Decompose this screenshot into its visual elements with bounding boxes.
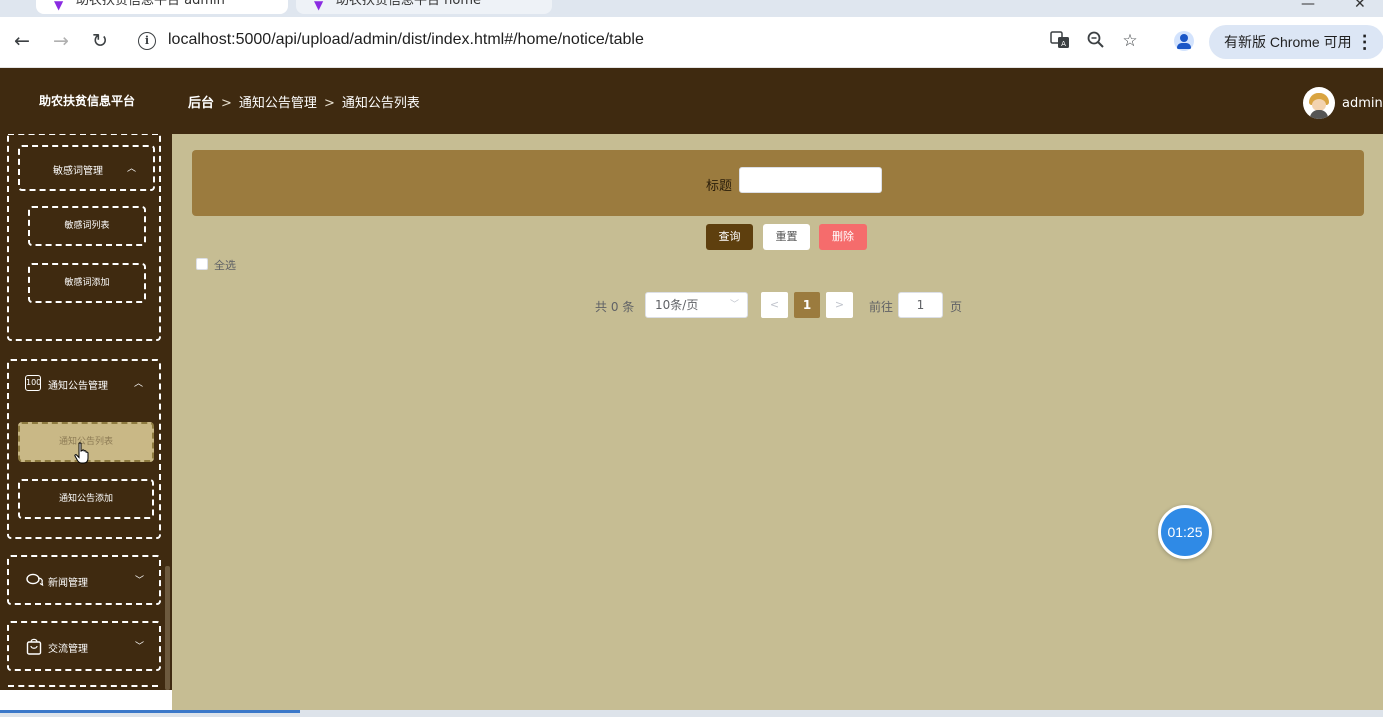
forward-icon[interactable]: →: [49, 29, 73, 53]
hand-cursor-icon: [74, 442, 89, 464]
sidebar-item-notice-add[interactable]: 通知公告添加: [18, 479, 154, 519]
app-header: 助农扶贫信息平台 后台 > 通知公告管理 > 通知公告列表 admin: [0, 68, 1383, 134]
next-page-icon[interactable]: >: [826, 292, 853, 318]
sidebar-group-title: 新闻管理: [48, 578, 88, 589]
browser-tab-active[interactable]: ▼ 助农扶贫信息平台 admin: [36, 0, 288, 14]
page-size-value: 10条/页: [655, 298, 699, 312]
select-all-checkbox[interactable]: [196, 258, 208, 270]
browser-toolbar: ← → ↻ i localhost:5000/api/upload/admin/…: [0, 17, 1383, 68]
timer-badge[interactable]: 01:25: [1158, 505, 1212, 559]
minimize-icon[interactable]: —: [1301, 0, 1315, 12]
query-button[interactable]: 查询: [706, 224, 753, 250]
address-bar[interactable]: localhost:5000/api/upload/admin/dist/ind…: [168, 31, 644, 49]
svg-text:A: A: [1061, 40, 1066, 48]
menu-dots-icon[interactable]: ⋮: [1356, 25, 1374, 59]
back-icon[interactable]: ←: [10, 29, 34, 53]
pagination-total: 共 0 条: [595, 300, 635, 314]
chevron-down-icon: ﹀: [135, 576, 145, 586]
close-window-icon[interactable]: ✕: [1354, 0, 1366, 12]
taskbar-active-indicator: [0, 710, 300, 713]
zoom-icon[interactable]: [1085, 30, 1107, 52]
breadcrumb: 后台 > 通知公告管理 > 通知公告列表: [188, 92, 420, 111]
profile-icon[interactable]: [1174, 31, 1194, 51]
goto-label: 前往: [869, 300, 894, 314]
reload-icon[interactable]: ↻: [88, 29, 112, 53]
chevron-up-icon: ︿: [127, 164, 137, 174]
sidebar-group-title: 通知公告管理: [48, 381, 108, 392]
breadcrumb-separator-icon: >: [323, 96, 335, 111]
sidebar-group-sensitive-words: 敏感词管理 ︿ 敏感词列表 敏感词添加: [7, 134, 161, 341]
tab-favicon-icon: ▼: [54, 0, 64, 12]
sidebar-group-title: 敏感词管理: [53, 166, 103, 177]
browser-tabstrip: ▼ 助农扶贫信息平台 admin ▼ 助农扶贫信息平台 home — ✕: [0, 0, 1383, 17]
sidebar-group-news[interactable]: 新闻管理 ﹀: [7, 555, 161, 605]
select-all-label: 全选: [214, 259, 236, 272]
translate-icon[interactable]: A: [1049, 30, 1071, 52]
tab-favicon-icon: ▼: [314, 0, 324, 12]
main-content: 标题 查询 重置 删除 全选 共 0 条 10条/页 ﹀ < 1 > 前往 1 …: [172, 134, 1383, 710]
sidebar-item-sensitive-word-list[interactable]: 敏感词列表: [28, 206, 146, 246]
chat-bubble-icon: [26, 572, 44, 591]
search-panel: 标题: [192, 150, 1364, 216]
sidebar-scrollbar[interactable]: [165, 566, 170, 690]
chevron-down-icon: ﹀: [135, 642, 145, 652]
username[interactable]: admin: [1342, 96, 1383, 111]
page-number-current[interactable]: 1: [794, 292, 820, 318]
reset-button[interactable]: 重置: [763, 224, 810, 250]
browser-tab-inactive[interactable]: ▼ 助农扶贫信息平台 home: [296, 0, 552, 14]
sidebar-group-header-notices[interactable]: 100 通知公告管理 ︿: [9, 361, 159, 407]
sidebar-item-sensitive-word-add[interactable]: 敏感词添加: [28, 263, 146, 303]
site-info-icon[interactable]: i: [138, 32, 156, 50]
breadcrumb-item-notice-management[interactable]: 通知公告管理: [239, 96, 317, 111]
sidebar-group-header-sensitive-words[interactable]: 敏感词管理 ︿: [18, 145, 155, 191]
os-taskbar: [0, 710, 1383, 717]
chevron-up-icon: ︿: [134, 379, 144, 389]
goto-page-input[interactable]: 1: [898, 292, 943, 318]
avatar[interactable]: [1303, 87, 1335, 119]
page-size-select[interactable]: 10条/页 ﹀: [645, 292, 748, 318]
breadcrumb-separator-icon: >: [221, 96, 232, 111]
sidebar-group-exchange[interactable]: 交流管理 ﹀: [7, 621, 161, 671]
delete-button[interactable]: 删除: [819, 224, 867, 250]
title-filter-label: 标题: [706, 179, 733, 194]
bookmark-star-icon[interactable]: ☆: [1119, 30, 1141, 52]
chrome-update-label: 有新版 Chrome 可用: [1224, 34, 1352, 50]
tab-title: 助农扶贫信息平台 home: [336, 0, 481, 8]
notice-icon: 100: [25, 375, 41, 391]
breadcrumb-item-root[interactable]: 后台: [188, 96, 214, 111]
platform-name: 助农扶贫信息平台: [39, 94, 136, 108]
sidebar-divider: [8, 685, 158, 687]
tab-title: 助农扶贫信息平台 admin: [76, 0, 225, 8]
chevron-down-icon: ﹀: [729, 300, 739, 310]
title-filter-input[interactable]: [739, 167, 882, 193]
bag-icon: [26, 638, 42, 659]
sidebar: 敏感词管理 ︿ 敏感词列表 敏感词添加 100 通知公告管理 ︿ 通知公告列表 …: [0, 134, 172, 690]
chrome-update-button[interactable]: 有新版 Chrome 可用 ⋮: [1209, 25, 1383, 59]
sidebar-group-title: 交流管理: [48, 644, 88, 655]
goto-page-unit: 页: [950, 300, 963, 314]
prev-page-icon[interactable]: <: [761, 292, 788, 318]
breadcrumb-item-notice-list: 通知公告列表: [341, 96, 420, 111]
